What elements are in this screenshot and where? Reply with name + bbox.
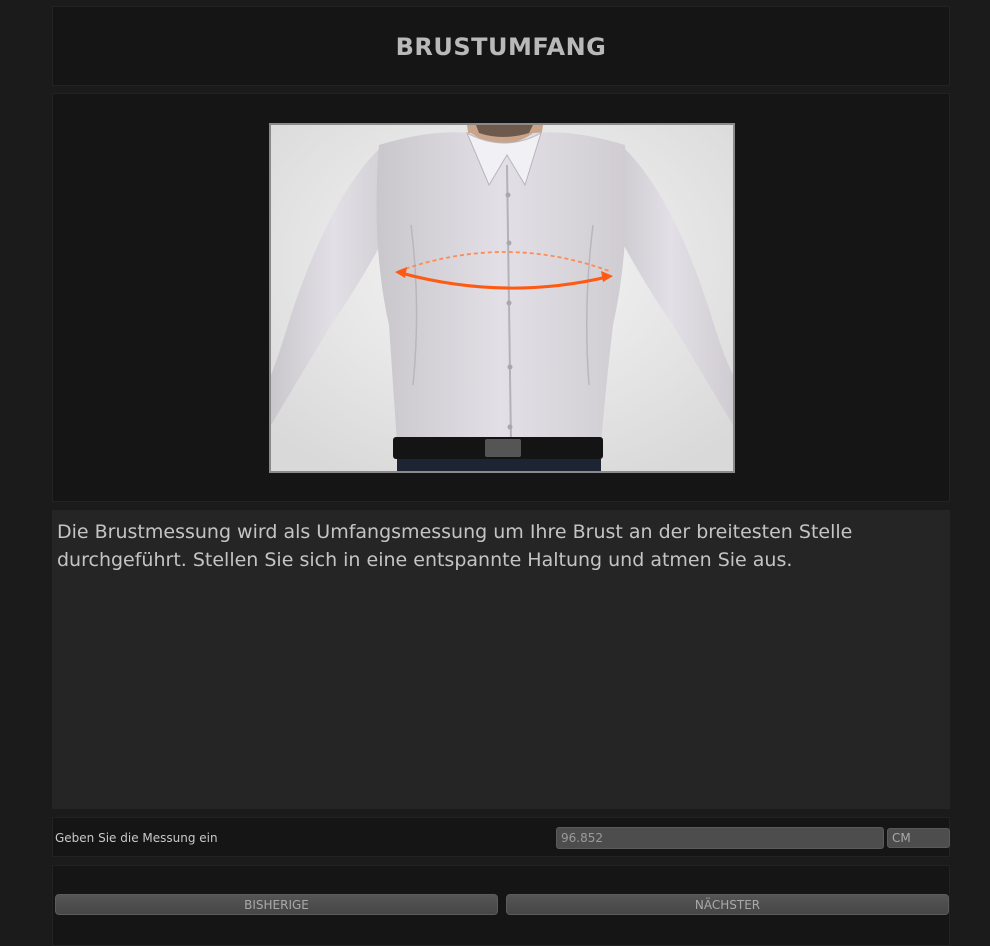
measurement-input-panel: Geben Sie die Messung ein CM [52,817,950,857]
chest-measurement-image [271,125,733,471]
measurement-label: Geben Sie die Messung ein [55,831,218,845]
unit-select[interactable]: CM [887,828,950,848]
title-panel: BRUSTUMFANG [52,6,950,86]
navigation-panel: BISHERIGE NÄCHSTER [52,865,950,946]
unit-select-value: CM [892,831,911,845]
measurement-input[interactable] [556,827,884,849]
previous-button[interactable]: BISHERIGE [55,894,498,915]
description-text: Die Brustmessung wird als Umfangsmessung… [57,521,853,571]
chest-measurement-illustration [269,123,735,473]
image-panel [52,93,950,502]
next-button[interactable]: NÄCHSTER [506,894,949,915]
description-panel: Die Brustmessung wird als Umfangsmessung… [52,510,950,809]
page-title: BRUSTUMFANG [395,33,607,61]
